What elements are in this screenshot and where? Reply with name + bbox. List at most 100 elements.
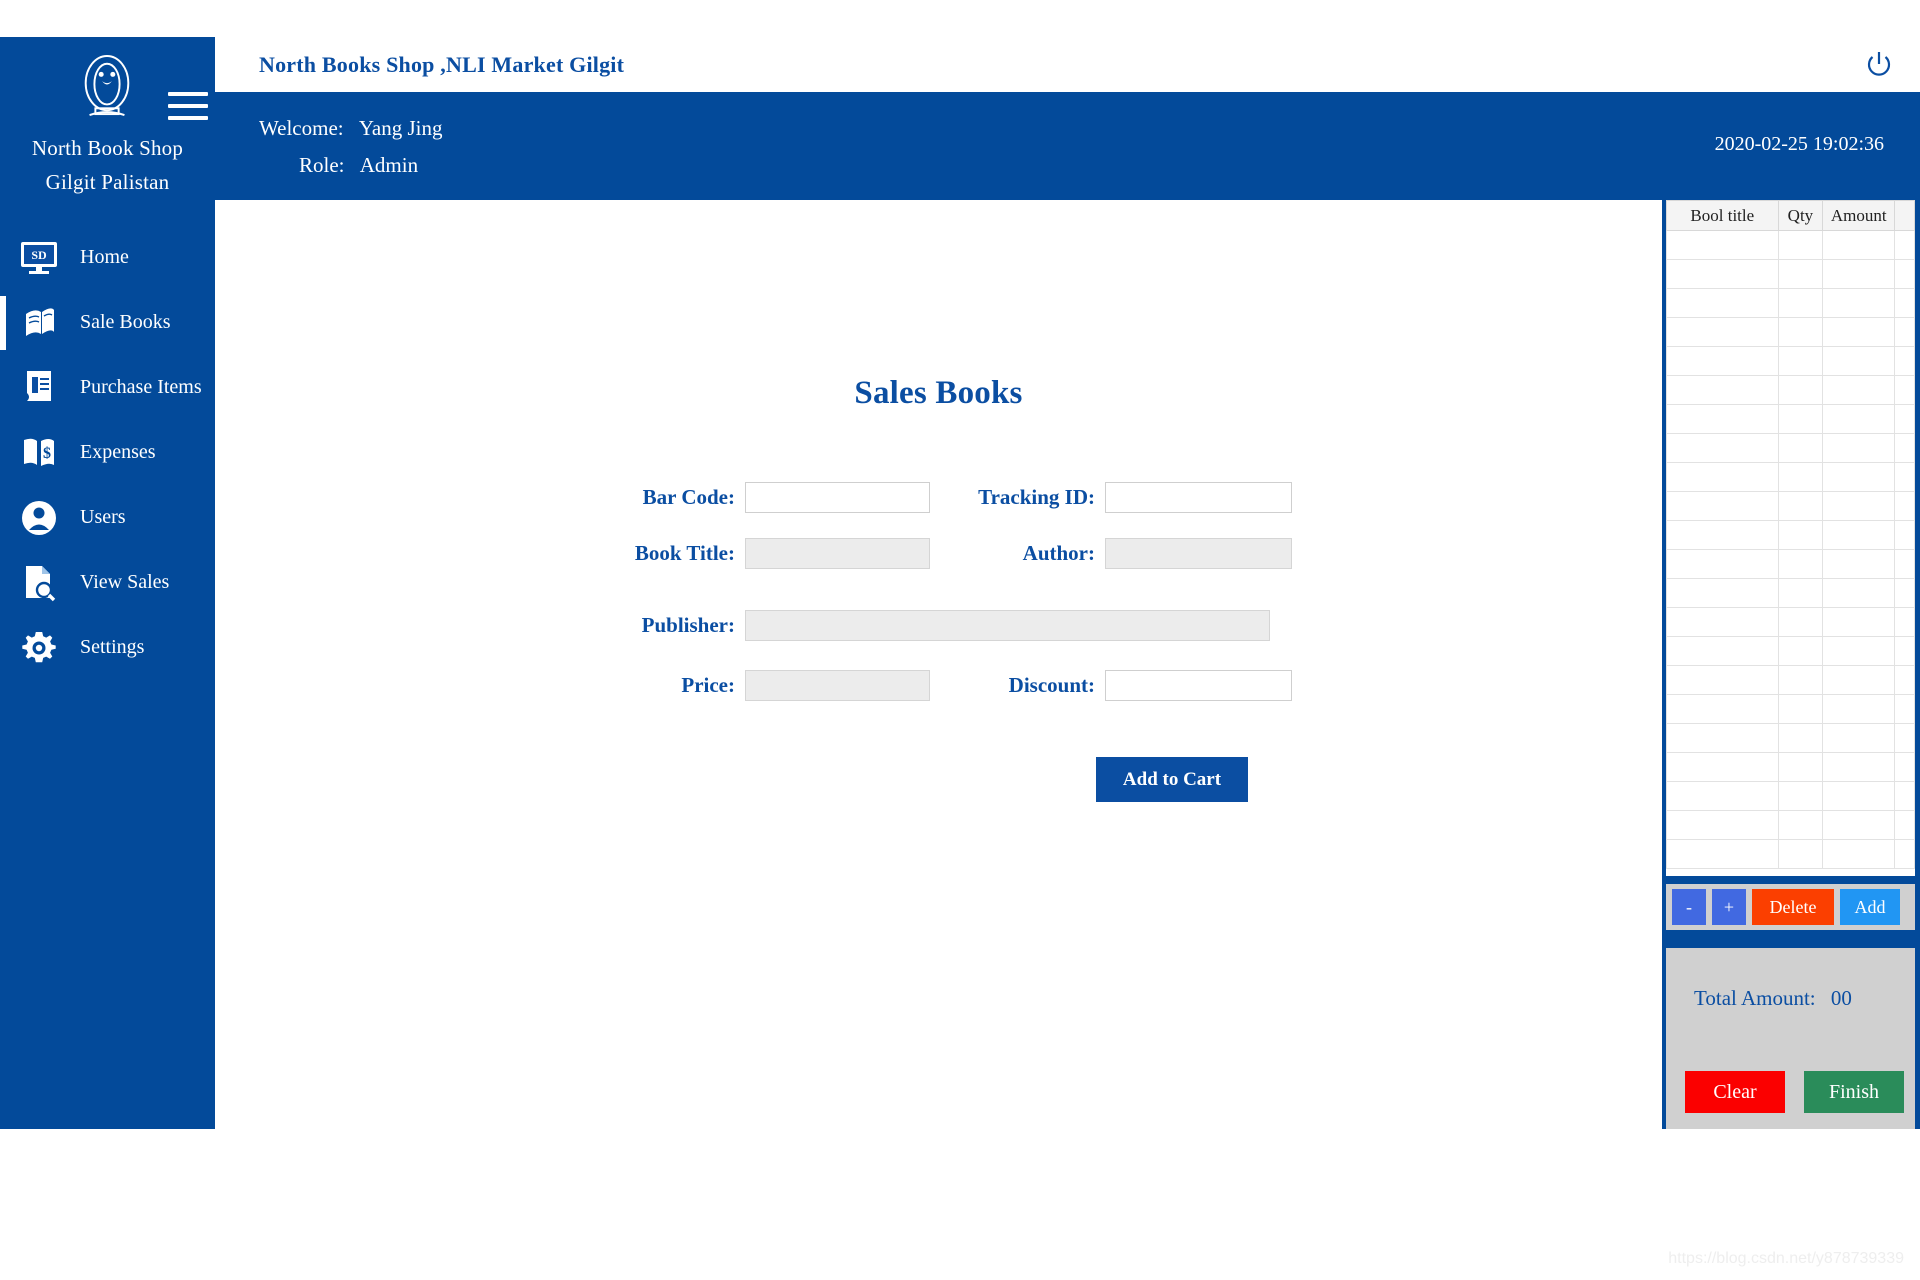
books-icon bbox=[16, 300, 62, 346]
table-row[interactable] bbox=[1667, 840, 1915, 869]
increase-qty-button[interactable]: + bbox=[1712, 889, 1746, 925]
price-input[interactable] bbox=[745, 670, 930, 701]
book-title-input[interactable] bbox=[745, 538, 930, 569]
tracking-id-input[interactable] bbox=[1105, 482, 1292, 513]
table-row[interactable] bbox=[1667, 637, 1915, 666]
table-row[interactable] bbox=[1667, 608, 1915, 637]
sidebar: North Book Shop Gilgit Palistan SD Home bbox=[0, 37, 215, 1129]
cart-cell-amount bbox=[1823, 289, 1895, 318]
cart-cell-title bbox=[1667, 521, 1779, 550]
cart-col-book-title: Bool title bbox=[1667, 201, 1779, 231]
table-row[interactable] bbox=[1667, 376, 1915, 405]
cart-cell-title bbox=[1667, 376, 1779, 405]
barcode-label: Bar Code: bbox=[615, 485, 735, 510]
sidebar-item-label: Settings bbox=[80, 636, 144, 659]
table-row[interactable] bbox=[1667, 434, 1915, 463]
cart-cell-qty bbox=[1778, 637, 1823, 666]
sidebar-item-users[interactable]: Users bbox=[0, 485, 215, 550]
field-row-book-title: Book Title: bbox=[615, 538, 930, 569]
sidebar-brand bbox=[0, 37, 215, 129]
table-row[interactable] bbox=[1667, 695, 1915, 724]
publisher-input[interactable] bbox=[745, 610, 1270, 641]
sidebar-item-label: Users bbox=[80, 506, 126, 529]
sidebar-item-sale-books[interactable]: Sale Books bbox=[0, 290, 215, 355]
table-row[interactable] bbox=[1667, 318, 1915, 347]
book-dollar-icon: $ bbox=[16, 430, 62, 476]
cart-cell-amount bbox=[1823, 492, 1895, 521]
table-row[interactable] bbox=[1667, 463, 1915, 492]
table-row[interactable] bbox=[1667, 579, 1915, 608]
table-row[interactable] bbox=[1667, 347, 1915, 376]
cart-table-header-row: Bool title Qty Amount bbox=[1667, 201, 1915, 231]
datetime-display: 2020-02-25 19:02:36 bbox=[1715, 133, 1884, 156]
sidebar-item-label: Purchase Items bbox=[80, 376, 202, 399]
sidebar-item-view-sales[interactable]: View Sales bbox=[0, 550, 215, 615]
gear-icon bbox=[16, 625, 62, 671]
cart-cell-title bbox=[1667, 840, 1779, 869]
table-row[interactable] bbox=[1667, 260, 1915, 289]
table-row[interactable] bbox=[1667, 782, 1915, 811]
cart-cell-title bbox=[1667, 550, 1779, 579]
field-row-publisher: Publisher: bbox=[615, 610, 1270, 641]
total-amount-row: Total Amount: 00 bbox=[1694, 986, 1852, 1011]
clear-button[interactable]: Clear bbox=[1685, 1071, 1785, 1113]
cart-cell-amount bbox=[1823, 695, 1895, 724]
table-row[interactable] bbox=[1667, 753, 1915, 782]
cart-cell-spacer bbox=[1895, 550, 1915, 579]
watermark-text: https://blog.csdn.net/y878739339 bbox=[1668, 1250, 1904, 1268]
penguin-icon bbox=[76, 51, 138, 121]
field-row-discount: Discount: bbox=[960, 670, 1292, 701]
add-button[interactable]: Add bbox=[1840, 889, 1900, 925]
finish-button[interactable]: Finish bbox=[1804, 1071, 1904, 1113]
book-title-label: Book Title: bbox=[615, 541, 735, 566]
cart-cell-title bbox=[1667, 347, 1779, 376]
role-label: Role: bbox=[299, 153, 345, 177]
delete-button[interactable]: Delete bbox=[1752, 889, 1834, 925]
invoice-icon bbox=[16, 365, 62, 411]
table-row[interactable] bbox=[1667, 231, 1915, 260]
table-row[interactable] bbox=[1667, 811, 1915, 840]
cart-cell-qty bbox=[1778, 260, 1823, 289]
cart-cell-amount bbox=[1823, 434, 1895, 463]
cart-cell-amount bbox=[1823, 231, 1895, 260]
add-to-cart-button[interactable]: Add to Cart bbox=[1096, 757, 1248, 802]
table-row[interactable] bbox=[1667, 521, 1915, 550]
table-row[interactable] bbox=[1667, 405, 1915, 434]
user-info-bar: Welcome: Yang Jing Role: Admin bbox=[215, 92, 1920, 200]
cart-cell-title bbox=[1667, 724, 1779, 753]
power-icon[interactable] bbox=[1864, 50, 1894, 80]
table-row[interactable] bbox=[1667, 550, 1915, 579]
welcome-row: Welcome: Yang Jing bbox=[259, 116, 443, 141]
table-row[interactable] bbox=[1667, 492, 1915, 521]
decrease-qty-button[interactable]: - bbox=[1672, 889, 1706, 925]
sidebar-nav: SD Home Sale Books bbox=[0, 225, 215, 680]
table-row[interactable] bbox=[1667, 724, 1915, 753]
discount-input[interactable] bbox=[1105, 670, 1292, 701]
barcode-input[interactable] bbox=[745, 482, 930, 513]
sidebar-item-label: View Sales bbox=[80, 571, 169, 594]
hamburger-icon[interactable] bbox=[168, 92, 208, 120]
sidebar-item-settings[interactable]: Settings bbox=[0, 615, 215, 680]
sidebar-item-label: Home bbox=[80, 246, 129, 269]
role-value: Admin bbox=[360, 153, 418, 177]
cart-table-container[interactable]: Bool title Qty Amount bbox=[1666, 200, 1915, 876]
cart-cell-spacer bbox=[1895, 840, 1915, 869]
cart-cell-qty bbox=[1778, 840, 1823, 869]
cart-cell-amount bbox=[1823, 608, 1895, 637]
cart-cell-qty bbox=[1778, 782, 1823, 811]
cart-cell-amount bbox=[1823, 347, 1895, 376]
sidebar-item-home[interactable]: SD Home bbox=[0, 225, 215, 290]
sidebar-item-expenses[interactable]: $ Expenses bbox=[0, 420, 215, 485]
cart-cell-title bbox=[1667, 753, 1779, 782]
cart-table-body bbox=[1667, 231, 1915, 869]
welcome-label: Welcome: bbox=[259, 116, 344, 140]
author-input[interactable] bbox=[1105, 538, 1292, 569]
cart-cell-spacer bbox=[1895, 463, 1915, 492]
table-row[interactable] bbox=[1667, 666, 1915, 695]
table-row[interactable] bbox=[1667, 289, 1915, 318]
cart-cell-spacer bbox=[1895, 405, 1915, 434]
cart-cell-qty bbox=[1778, 318, 1823, 347]
sidebar-item-purchase-items[interactable]: Purchase Items bbox=[0, 355, 215, 420]
cart-cell-title bbox=[1667, 695, 1779, 724]
cart-cell-qty bbox=[1778, 434, 1823, 463]
